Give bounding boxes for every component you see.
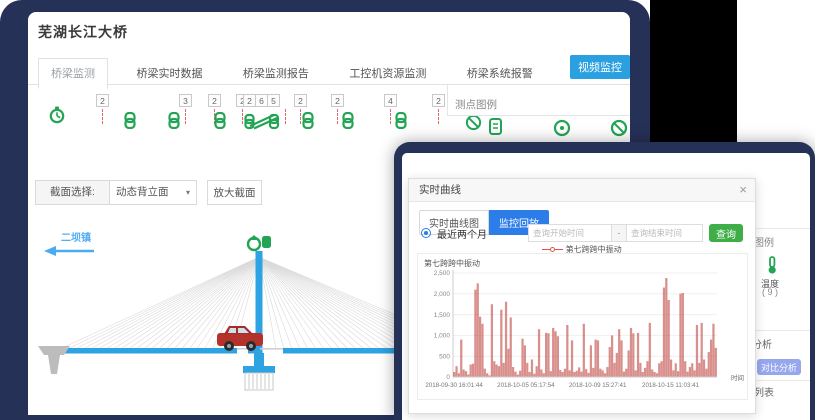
video-monitor-button[interactable]: 视频监控	[570, 55, 630, 79]
svg-text:2018-10-09 15:27:41: 2018-10-09 15:27:41	[569, 382, 627, 389]
legend-panel-underline	[447, 115, 630, 116]
sensor-count: 2	[208, 94, 221, 107]
section-select-value: 动态背立面	[116, 186, 169, 198]
svg-text:500: 500	[439, 353, 450, 360]
device-legend-icon	[488, 118, 503, 143]
link-sensor-icon	[214, 112, 226, 129]
sensor-dash-line	[242, 109, 243, 124]
section-select-dropdown[interactable]: 动态背立面 ▾	[109, 180, 197, 205]
vibration-chart: 0 500 1,000 1,500 2,000 2,500 2018-09-30 16:01…	[419, 267, 747, 397]
sensor-dash-line	[300, 109, 301, 124]
svg-text:2,500: 2,500	[434, 270, 451, 277]
svg-text:1,000: 1,000	[434, 333, 451, 340]
sensor-dash-line	[102, 109, 103, 124]
svg-text:2018-10-15 11:03:41: 2018-10-15 11:03:41	[642, 382, 700, 389]
realtime-curve-modal: 实时曲线 × 实时曲线图 监控回放 最近两个月 - 查询 第七跨跨中振动 第七跨…	[408, 178, 756, 414]
sensor-dash-line	[285, 109, 286, 124]
linked-sensor-group-icon	[244, 112, 280, 130]
sensor-count: 4	[384, 94, 397, 107]
chart-panel: 第七跨跨中振动 05001,0001,5002,0002,5002018-09-…	[417, 253, 748, 400]
tab-bridge-system-alarm[interactable]: 桥梁系统报警	[455, 59, 545, 88]
sensor-dash-line	[438, 109, 439, 124]
close-icon[interactable]: ×	[739, 179, 747, 201]
svg-text:2018-09-30 16:01:44: 2018-09-30 16:01:44	[425, 382, 483, 389]
dark-backdrop	[650, 0, 737, 142]
sensor-dash-line	[390, 109, 391, 124]
legend-panel-title: 测点图例	[455, 97, 497, 112]
modal-title: 实时曲线	[419, 179, 461, 202]
sensor-count: 3	[179, 94, 192, 107]
tab-bridge-monitor-report[interactable]: 桥梁监测报告	[231, 59, 321, 88]
tower-pedestal	[243, 353, 275, 390]
zoom-section-button[interactable]: 放大截面	[207, 180, 262, 205]
svg-text:0: 0	[446, 374, 450, 381]
sensor-count: 5	[267, 94, 280, 107]
legend-line-icon	[555, 249, 563, 250]
sensor-count: 2	[294, 94, 307, 107]
direction-arrow-icon	[44, 246, 94, 256]
link-sensor-icon	[395, 112, 407, 129]
tower-sensor-icon	[248, 235, 271, 250]
sensor-dash-line	[185, 109, 186, 124]
clock-icon	[48, 106, 66, 124]
recent-two-months-label: 最近两个月	[437, 226, 487, 241]
left-pier	[38, 346, 70, 374]
query-end-time-input[interactable]	[626, 224, 703, 242]
svg-text:2,000: 2,000	[434, 291, 451, 298]
ban-icon	[465, 114, 482, 131]
chevron-down-icon: ▾	[186, 181, 190, 204]
section-select-label: 截面选择:	[35, 180, 110, 205]
sensor-count: 2	[96, 94, 109, 107]
sensor-dash-line	[337, 109, 338, 124]
main-tab-bar: 桥梁监测 桥梁实时数据 桥梁监测报告 工控机资源监测 桥梁系统报警	[28, 58, 630, 85]
link-sensor-icon	[168, 112, 180, 129]
link-sensor-icon	[342, 112, 354, 129]
svg-text:时间: 时间	[731, 373, 744, 382]
temperature-count: ( 9 )	[754, 287, 786, 297]
right-panel-divider	[752, 228, 810, 229]
recent-two-months-radio[interactable]	[421, 228, 431, 238]
link-sensor-icon	[124, 112, 136, 129]
query-start-time-input[interactable]	[528, 224, 612, 242]
tab-bridge-monitor[interactable]: 桥梁监测	[38, 58, 108, 89]
query-button[interactable]: 查询	[709, 224, 743, 242]
legend-line-icon	[542, 249, 550, 250]
popup-page: 图例 温度 ( 9 ) 对比分析 对比分析 测点列表 实时曲线 × 实时曲线图 …	[402, 153, 810, 420]
tab-bridge-realtime-data[interactable]: 桥梁实时数据	[124, 59, 214, 88]
bridge-direction-label: 二坝镇	[50, 229, 102, 244]
tab-ipc-resource-monitor[interactable]: 工控机资源监测	[337, 59, 438, 88]
compare-analysis-button[interactable]: 对比分析	[757, 359, 801, 375]
sensor-count: 2	[432, 94, 445, 107]
sensor-count: 2	[331, 94, 344, 107]
page-title: 芜湖长江大桥	[38, 22, 128, 42]
modal-header: 实时曲线 ×	[409, 179, 755, 202]
legend-panel-divider	[447, 85, 448, 115]
svg-text:1,500: 1,500	[434, 312, 451, 319]
date-range-separator: -	[611, 224, 627, 242]
link-sensor-icon	[302, 112, 314, 129]
screenshot-stage: 芜湖长江大桥 桥梁监测 桥梁实时数据 桥梁监测报告 工控机资源监测 桥梁系统报警…	[0, 0, 815, 420]
ban-legend-icon	[610, 118, 628, 143]
sensor-strip: 23222652242	[35, 90, 485, 148]
right-panel-legend-fragment: 图例	[754, 234, 808, 249]
gauge-legend-icon	[553, 118, 571, 143]
svg-text:2018-10-05 05:17:54: 2018-10-05 05:17:54	[497, 382, 555, 389]
